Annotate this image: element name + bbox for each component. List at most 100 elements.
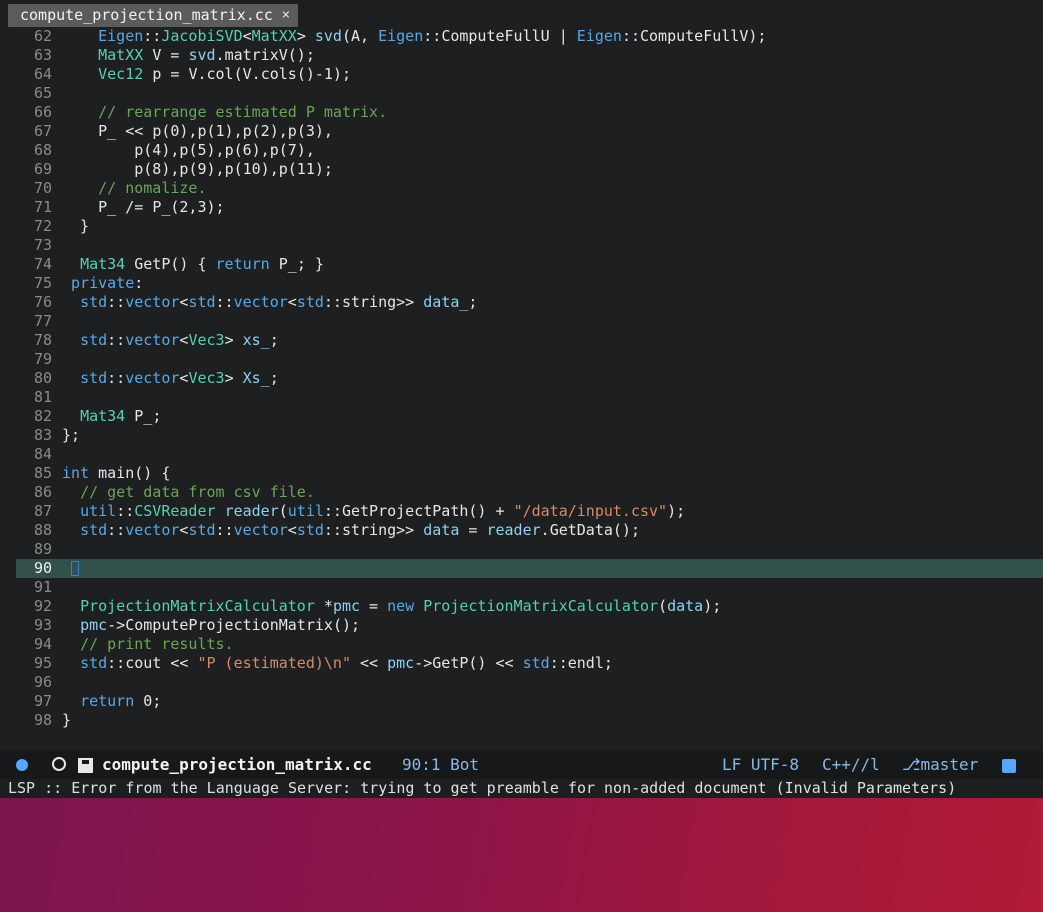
code-line[interactable]: 85 int main() { — [16, 464, 1043, 483]
line-text: Mat34 P_; — [80, 407, 162, 425]
line-number: 98 — [33, 711, 52, 729]
line-number: 82 — [33, 407, 52, 425]
line-text: P_ /= P_(2,3); — [98, 198, 225, 216]
fringe — [0, 27, 8, 751]
line-text: p(8),p(9),p(10),p(11); — [134, 160, 333, 178]
code-line[interactable]: 65 — [16, 84, 1043, 103]
line-number: 73 — [33, 236, 52, 254]
code-line[interactable]: 91 — [16, 578, 1043, 597]
editor-pane[interactable]: 62 Eigen::JacobiSVD<MatXX> svd(A, Eigen:… — [0, 27, 1043, 751]
major-mode[interactable]: C++//l — [822, 751, 880, 779]
code-line[interactable]: 95 std::cout << "P (estimated)\n" << pmc… — [16, 654, 1043, 673]
line-number: 97 — [33, 692, 52, 710]
line-number: 90 — [33, 559, 52, 577]
code-line[interactable]: 82 Mat34 P_; — [16, 407, 1043, 426]
code-line[interactable]: 93 pmc->ComputeProjectionMatrix(); — [16, 616, 1043, 635]
line-text: return 0; — [80, 692, 162, 710]
line-number: 87 — [33, 502, 52, 520]
line-number: 79 — [33, 350, 52, 368]
code-line[interactable]: 96 — [16, 673, 1043, 692]
line-number: 96 — [33, 673, 52, 691]
encoding[interactable]: LF UTF-8 — [722, 751, 799, 779]
line-text: std::vector<Vec3> Xs_; — [80, 369, 279, 387]
line-text: } — [62, 711, 72, 729]
code-line[interactable]: 69 p(8),p(9),p(10),p(11); — [16, 160, 1043, 179]
line-number: 81 — [33, 388, 52, 406]
line-number: 78 — [33, 331, 52, 349]
line-number: 70 — [33, 179, 52, 197]
save-icon[interactable] — [78, 758, 93, 773]
code-line[interactable]: 73 — [16, 236, 1043, 255]
code-line[interactable]: 89 — [16, 540, 1043, 559]
line-text: std::vector<Vec3> xs_; — [80, 331, 279, 349]
line-text: // nomalize. — [98, 179, 207, 197]
code-line[interactable]: 88 std::vector<std::vector<std::string>>… — [16, 521, 1043, 540]
line-text: Mat34 GetP() { return P_; } — [80, 255, 324, 273]
tab-bar: compute_projection_matrix.cc × — [0, 0, 1043, 27]
line-number: 66 — [33, 103, 52, 121]
code-line[interactable]: 63 MatXX V = svd.matrixV(); — [16, 46, 1043, 65]
line-number: 74 — [33, 255, 52, 273]
code-line[interactable]: 97 return 0; — [16, 692, 1043, 711]
code-line[interactable]: 75 private: — [16, 274, 1043, 293]
tab-label: compute_projection_matrix.cc — [20, 6, 273, 24]
code-line[interactable]: 79 — [16, 350, 1043, 369]
code-line[interactable]: 71 P_ /= P_(2,3); — [16, 198, 1043, 217]
code-line[interactable]: 67 P_ << p(0),p(1),p(2),p(3), — [16, 122, 1043, 141]
line-text: } — [62, 217, 90, 235]
code-line[interactable]: 80 std::vector<Vec3> Xs_; — [16, 369, 1043, 388]
line-text: int main() { — [62, 464, 171, 482]
code-line[interactable]: 86 // get data from csv file. — [16, 483, 1043, 502]
line-number: 65 — [33, 84, 52, 102]
code-line[interactable]: 62 Eigen::JacobiSVD<MatXX> svd(A, Eigen:… — [16, 27, 1043, 46]
line-number: 91 — [33, 578, 52, 596]
tab-compute-projection-matrix[interactable]: compute_projection_matrix.cc × — [8, 4, 298, 27]
echo-area: LSP :: Error from the Language Server: t… — [0, 779, 1043, 798]
line-number: 80 — [33, 369, 52, 387]
close-icon[interactable]: × — [282, 4, 290, 27]
code-line[interactable]: 94 // print results. — [16, 635, 1043, 654]
vcs-branch[interactable]: ⎇master — [902, 751, 978, 779]
code-line[interactable]: 64 Vec12 p = V.col(V.cols()-1); — [16, 65, 1043, 84]
line-number: 71 — [33, 198, 52, 216]
code-line[interactable]: 83}; — [16, 426, 1043, 445]
code-line[interactable]: 81 — [16, 388, 1043, 407]
code-line[interactable]: 92 ProjectionMatrixCalculator *pmc = new… — [16, 597, 1043, 616]
code-line[interactable]: 66 // rearrange estimated P matrix. — [16, 103, 1043, 122]
line-number: 92 — [33, 597, 52, 615]
code-line[interactable]: 98} — [16, 711, 1043, 730]
line-number: 62 — [33, 27, 52, 45]
git-branch-icon: ⎇ — [902, 755, 921, 774]
line-text: // get data from csv file. — [80, 483, 315, 501]
line-text: // rearrange estimated P matrix. — [98, 103, 388, 121]
cursor-position: 90:1 Bot — [402, 755, 480, 774]
code-line[interactable]: 87 util::CSVReader reader(util::GetProje… — [16, 502, 1043, 521]
code-line[interactable]: 70 // nomalize. — [16, 179, 1043, 198]
line-number: 89 — [33, 540, 52, 558]
code-line[interactable]: 76 std::vector<std::vector<std::string>>… — [16, 293, 1043, 312]
line-number: 88 — [33, 521, 52, 539]
line-text: // print results. — [80, 635, 234, 653]
code-line[interactable]: 78 std::vector<Vec3> xs_; — [16, 331, 1043, 350]
c-mode-icon — [52, 757, 66, 771]
lsp-status-icon[interactable] — [1002, 759, 1016, 773]
line-text: p(4),p(5),p(6),p(7), — [134, 141, 315, 159]
line-number: 85 — [33, 464, 52, 482]
line-number: 84 — [33, 445, 52, 463]
code-line[interactable]: 84 — [16, 445, 1043, 464]
code-area[interactable]: 62 Eigen::JacobiSVD<MatXX> svd(A, Eigen:… — [16, 27, 1043, 751]
line-text: std::vector<std::vector<std::string>> da… — [80, 293, 478, 311]
code-line[interactable]: 74 Mat34 GetP() { return P_; } — [16, 255, 1043, 274]
line-text: Vec12 p = V.col(V.cols()-1); — [98, 65, 351, 83]
code-line[interactable]: 68 p(4),p(5),p(6),p(7), — [16, 141, 1043, 160]
code-line[interactable]: 77 — [16, 312, 1043, 331]
line-number: 83 — [33, 426, 52, 444]
code-line[interactable]: 90 — [16, 559, 1043, 578]
line-text: util::CSVReader reader(util::GetProjectP… — [80, 502, 686, 520]
line-number: 77 — [33, 312, 52, 330]
line-number: 63 — [33, 46, 52, 64]
line-number: 75 — [33, 274, 52, 292]
line-number: 72 — [33, 217, 52, 235]
line-text: pmc->ComputeProjectionMatrix(); — [80, 616, 361, 634]
code-line[interactable]: 72 } — [16, 217, 1043, 236]
